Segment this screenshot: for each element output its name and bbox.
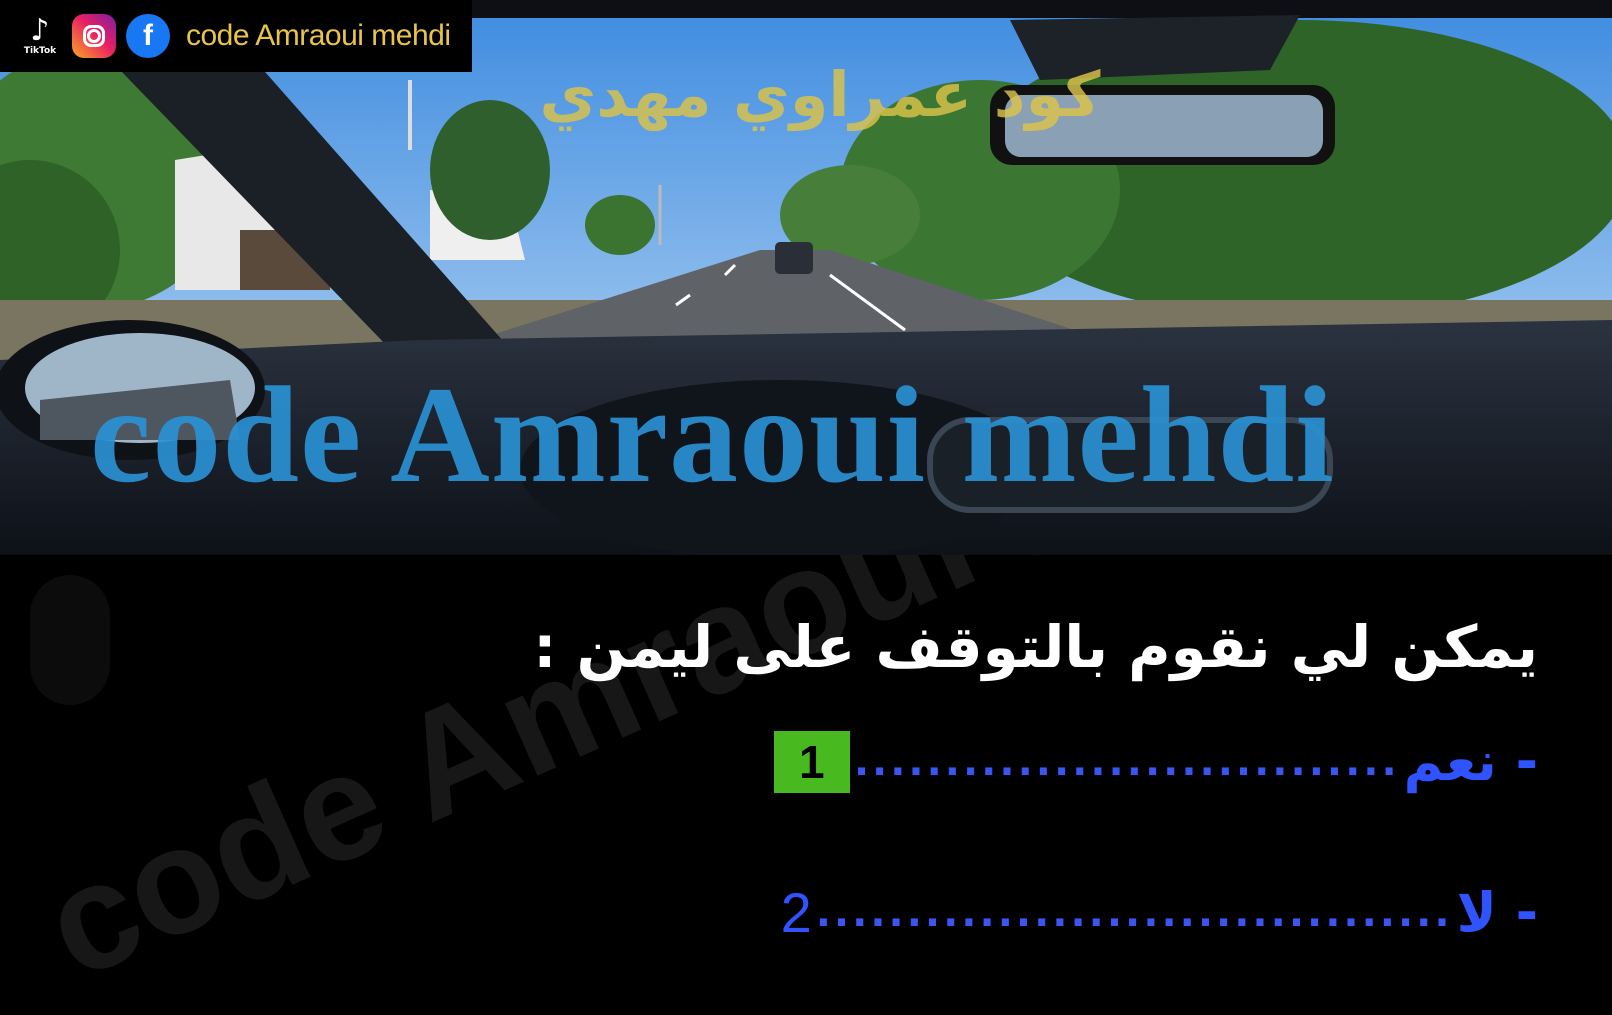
tiktok-icon[interactable]: ♪ TikTok (18, 10, 62, 62)
question-text: يمكن لي نقوم بالتوقف على ليمن : (533, 613, 1538, 681)
answer-option-no[interactable]: - لا ...................................… (781, 880, 1538, 945)
answer-dots: ................................... (815, 889, 1453, 936)
answer-option-yes[interactable]: - نعم .............................. 1 (773, 730, 1538, 793)
channel-watermark: code Amraoui mehdi (90, 358, 1335, 511)
quiz-panel: code Amraoui mehdi يمكن لي نقوم بالتوقف … (0, 555, 1612, 1015)
tiktok-label: TikTok (23, 46, 57, 56)
channel-name: code Amraoui mehdi (186, 19, 451, 52)
facebook-icon[interactable]: f (126, 14, 170, 58)
answer-dots: .............................. (853, 738, 1400, 785)
answer-number: 2 (780, 881, 812, 944)
arabic-brand-watermark: كود عمراوي مهدي (539, 58, 1101, 131)
background-shape (30, 575, 110, 705)
instagram-icon[interactable] (72, 14, 116, 58)
answer-label: - نعم (1403, 730, 1538, 793)
social-header: ♪ TikTok f code Amraoui mehdi (0, 0, 472, 72)
selected-answer-number-badge: 1 (773, 730, 850, 793)
answer-label: - لا (1456, 881, 1538, 944)
road-video-frame: كود عمراوي مهدي code Amraoui mehdi (0, 0, 1612, 555)
